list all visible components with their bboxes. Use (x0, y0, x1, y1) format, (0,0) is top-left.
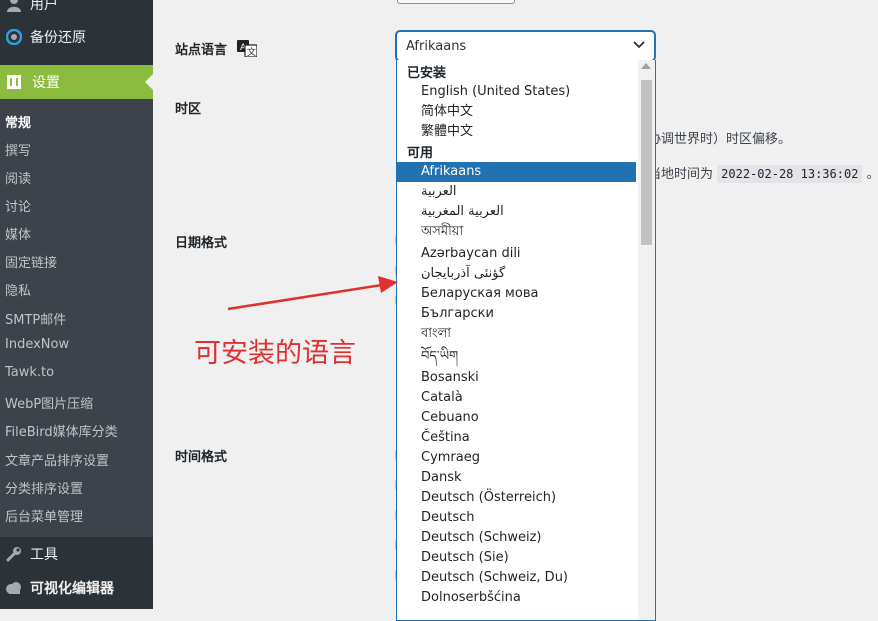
annotation-arrow-icon (227, 276, 398, 311)
annotation-text: 可安装的语言 (194, 338, 356, 369)
